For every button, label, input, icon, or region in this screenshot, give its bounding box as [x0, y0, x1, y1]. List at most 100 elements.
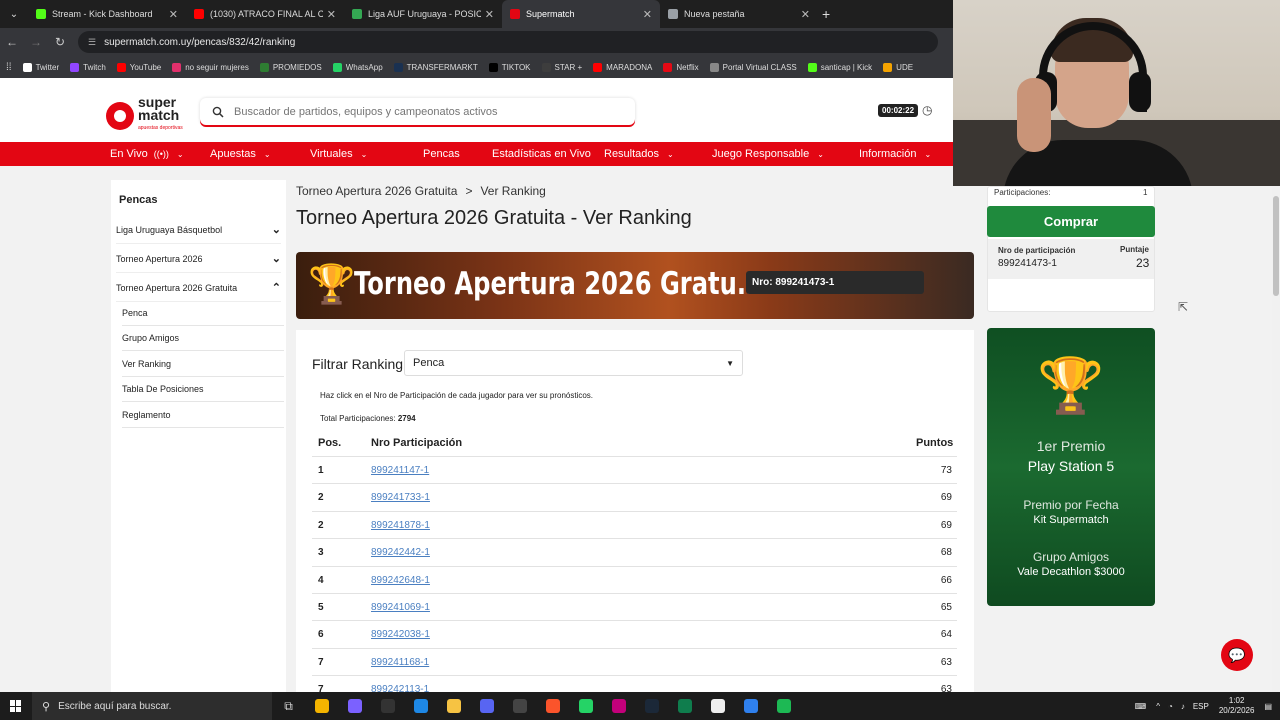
row-participation-link[interactable]: 899241733-1	[371, 492, 430, 503]
chat-icon[interactable]: 💬	[1221, 639, 1253, 671]
nav-item-resultados[interactable]: Resultados ⌄	[604, 148, 674, 160]
bookmark-favicon-icon	[332, 62, 342, 72]
filter-select[interactable]: Penca ▼	[404, 350, 743, 376]
row-participation-link[interactable]: 899241168-1	[371, 657, 429, 668]
back-icon[interactable]: ←	[0, 35, 24, 49]
task-view-icon[interactable]: ⧉	[272, 692, 305, 720]
reload-icon[interactable]: ↻	[48, 35, 72, 49]
row-points: 64	[940, 629, 952, 641]
close-icon[interactable]: ✕	[327, 8, 336, 21]
close-icon[interactable]: ✕	[643, 8, 652, 21]
whatsapp-icon[interactable]	[569, 692, 602, 720]
row-participation-link[interactable]: 899242648-1	[371, 575, 430, 586]
keyboard-icon[interactable]: ⌨	[1135, 702, 1147, 711]
bookmark-item[interactable]: Netflix	[663, 62, 699, 72]
browser-tab[interactable]: Liga AUF Uruguaya - POSICION ✕	[344, 0, 502, 28]
site-search[interactable]	[200, 98, 635, 125]
row-participation-link[interactable]: 899241069-1	[371, 602, 430, 613]
browser-tab[interactable]: Supermatch ✕	[502, 0, 660, 28]
nav-item-juego-responsable[interactable]: Juego Responsable ⌄	[712, 148, 824, 160]
sidebar-group[interactable]: Torneo Apertura 2026 ⌄	[116, 245, 281, 273]
chevron-down-icon[interactable]: ⌄	[272, 252, 281, 265]
sidebar-group[interactable]: Liga Uruguaya Básquetbol ⌄	[116, 216, 281, 244]
discord-icon[interactable]	[470, 692, 503, 720]
bookmark-item[interactable]: YouTube	[116, 62, 161, 72]
browser-tab[interactable]: (1030) ATRACO FINAL AL CASINO ✕	[186, 0, 344, 28]
close-icon[interactable]: ✕	[169, 8, 178, 21]
bookmark-item[interactable]: MARADONA	[593, 62, 652, 72]
forward-icon[interactable]: →	[24, 35, 48, 49]
edge-icon[interactable]	[404, 692, 437, 720]
bookmark-item[interactable]: TRANSFERMARKT	[393, 62, 478, 72]
breadcrumb-item-tournament[interactable]: Torneo Apertura 2026 Gratuita	[296, 184, 457, 198]
epic-icon[interactable]	[371, 692, 404, 720]
folder-icon[interactable]	[437, 692, 470, 720]
browser-tab[interactable]: Nueva pestaña ✕	[660, 0, 818, 28]
trophy-icon: 🏆	[308, 264, 356, 306]
close-icon[interactable]: ✕	[485, 8, 494, 21]
bookmark-item[interactable]: TIKTOK	[488, 62, 531, 72]
bookmark-item[interactable]: Twitch	[70, 62, 106, 72]
row-points: 63	[940, 656, 952, 668]
app-icon[interactable]	[602, 692, 635, 720]
chevron-up-icon[interactable]: ^	[1156, 702, 1160, 711]
supermatch-logo[interactable]: super match apuestas deportivas	[106, 95, 183, 135]
nav-item-estadísticas-en-vivo[interactable]: Estadísticas en Vivo	[492, 148, 591, 160]
close-icon[interactable]: ✕	[801, 8, 810, 21]
bookmark-item[interactable]: Twitter	[22, 62, 59, 72]
language-indicator[interactable]: ESP	[1193, 702, 1209, 711]
bookmark-item[interactable]: WhatsApp	[332, 62, 383, 72]
new-tab-button[interactable]: +	[822, 6, 830, 22]
steam-icon[interactable]	[635, 692, 668, 720]
clock[interactable]: 1:02 20/2/2026	[1219, 696, 1255, 716]
spotify-icon[interactable]	[767, 692, 800, 720]
breadcrumb-item-ranking[interactable]: Ver Ranking	[480, 184, 545, 198]
nav-item-en-vivo[interactable]: En Vivo ((•)) ⌄	[110, 148, 184, 160]
tab-search-icon[interactable]: ⌄	[0, 0, 28, 28]
bookmark-item[interactable]: no seguir mujeres	[172, 62, 249, 72]
row-participation-link[interactable]: 899241147-1	[371, 465, 429, 476]
sidebar-group[interactable]: Torneo Apertura 2026 Gratuita ⌃	[116, 274, 281, 302]
kick-icon[interactable]	[668, 692, 701, 720]
wifi-icon[interactable]: ◔	[1168, 702, 1173, 711]
vpn-icon[interactable]	[734, 692, 767, 720]
sidebar-subitem[interactable]: Penca	[122, 301, 284, 326]
capcut-icon[interactable]	[701, 692, 734, 720]
sidebar-subitem[interactable]: Grupo Amigos	[122, 326, 284, 352]
row-participation-link[interactable]: 899242442-1	[371, 547, 430, 558]
nav-item-pencas[interactable]: Pencas	[423, 148, 460, 160]
obs-icon[interactable]	[503, 692, 536, 720]
sidebar-subitem-label: Reglamento	[122, 409, 171, 420]
bookmark-item[interactable]: PROMIEDOS	[259, 62, 322, 72]
sidebar-subitem[interactable]: Tabla De Posiciones	[122, 377, 284, 403]
scrollbar-thumb[interactable]	[1273, 196, 1279, 296]
bookmark-item[interactable]: UDE	[883, 62, 913, 72]
browser-tab[interactable]: Stream - Kick Dashboard ✕	[28, 0, 186, 28]
nav-item-virtuales[interactable]: Virtuales ⌄	[310, 148, 367, 160]
search-input[interactable]	[234, 105, 614, 118]
site-info-icon[interactable]: ☰	[88, 37, 96, 48]
nav-item-información[interactable]: Información ⌄	[859, 148, 931, 160]
row-participation-link[interactable]: 899241878-1	[371, 520, 430, 531]
url-input[interactable]: ☰ supermatch.com.uy/pencas/832/42/rankin…	[78, 31, 938, 53]
row-participation-link[interactable]: 899242038-1	[371, 629, 430, 640]
nav-item-apuestas[interactable]: Apuestas ⌄	[210, 148, 271, 160]
bookmark-item[interactable]: santicap | Kick	[807, 62, 872, 72]
notifications-icon[interactable]: ▤	[1264, 702, 1272, 711]
volume-icon[interactable]: ♪	[1181, 702, 1185, 711]
bookmark-item[interactable]: STAR +	[541, 62, 582, 72]
chevron-up-icon[interactable]: ⌃	[272, 281, 281, 294]
start-button[interactable]	[0, 692, 32, 720]
taskbar-search[interactable]: ⚲ Escribe aquí para buscar.	[32, 692, 272, 720]
chrome-icon[interactable]	[305, 692, 338, 720]
participation-number-value[interactable]: 899241473-1	[998, 258, 1057, 269]
apps-icon[interactable]: ⁞⁞	[6, 62, 12, 73]
chevron-down-icon[interactable]: ⌄	[272, 223, 281, 236]
copilot-icon[interactable]	[338, 692, 371, 720]
sidebar-subitem[interactable]: Ver Ranking	[122, 352, 284, 377]
brave-icon[interactable]	[536, 692, 569, 720]
buy-button[interactable]: Comprar	[987, 206, 1155, 237]
bookmark-favicon-icon	[70, 62, 80, 72]
sidebar-subitem[interactable]: Reglamento	[122, 403, 284, 428]
bookmark-item[interactable]: Portal Virtual CLASS	[709, 62, 797, 72]
